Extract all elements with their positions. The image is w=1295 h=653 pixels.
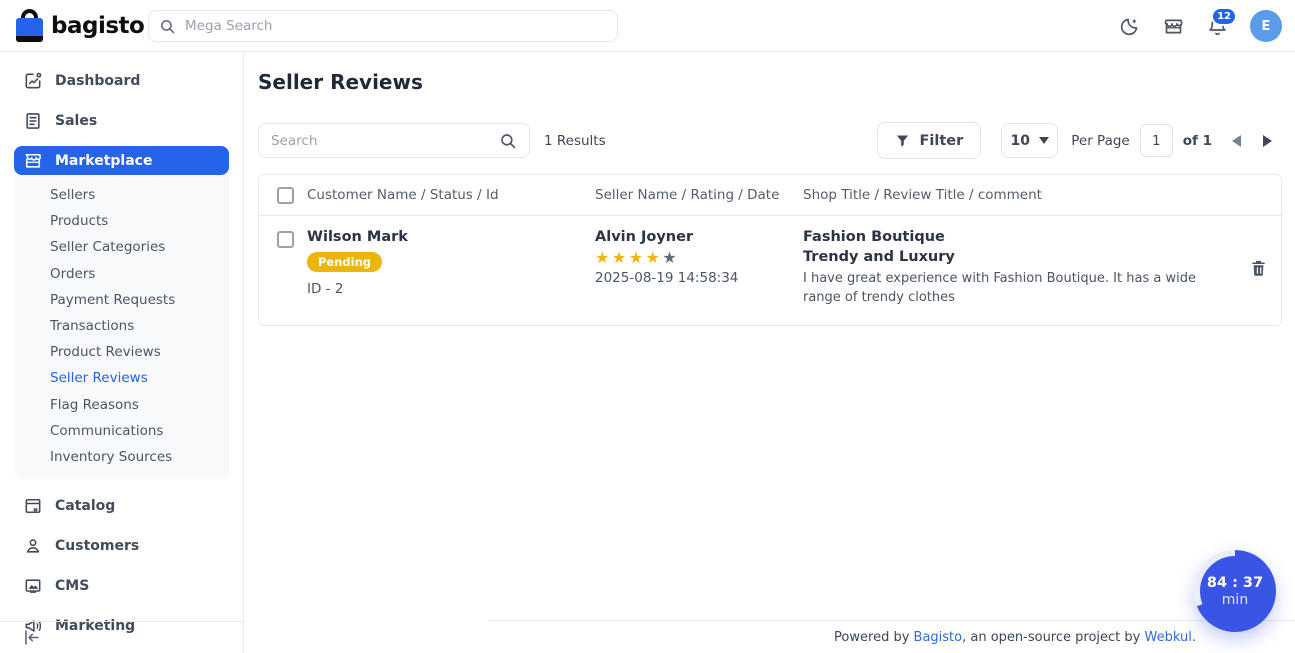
sidebar-subitem-flag-reasons[interactable]: Flag Reasons [14,392,229,418]
sidebar-subitem-products[interactable]: Products [14,208,229,234]
filter-label: Filter [919,133,963,149]
sidebar-collapse-icon[interactable] [22,628,41,647]
page-footer: Powered by Bagisto, an open-source proje… [490,620,1295,653]
filter-funnel-icon [895,133,910,148]
chevron-down-icon [1039,137,1049,144]
column-header-shop: Shop Title / Review Title / comment [803,187,1235,203]
page-title: Seller Reviews [258,70,1295,94]
table-row: Wilson Mark Pending ID - 2 Alvin Joyner … [259,216,1281,325]
previous-page-icon[interactable] [1232,135,1241,147]
review-title: Trendy and Luxury [803,249,1235,265]
per-page-value: 10 [1011,133,1030,149]
sidebar-subitem-payment-requests[interactable]: Payment Requests [14,287,229,313]
page-total-label: of 1 [1183,133,1212,149]
seller-cell: Alvin Joyner ★★★★★ 2025-08-19 14:58:34 [595,229,803,286]
sidebar-subitem-seller-categories[interactable]: Seller Categories [14,234,229,260]
sidebar-item-label: Sales [55,113,97,129]
sidebar-subitem-sellers[interactable]: Sellers [14,182,229,208]
mega-search-input[interactable] [185,18,607,34]
session-timer-badge[interactable]: 84 : 37 min [1194,550,1276,632]
top-header: bagisto 12 E [0,0,1295,52]
main-content: Seller Reviews 1 Results Filter 10 P [245,52,1295,653]
seller-name: Alvin Joyner [595,229,803,245]
status-badge: Pending [307,252,382,272]
sidebar-subitem-product-reviews[interactable]: Product Reviews [14,339,229,365]
marketplace-icon [23,151,43,171]
select-all-checkbox[interactable] [277,187,294,204]
mega-search[interactable] [148,10,618,42]
column-header-customer: Customer Name / Status / Id [307,187,595,203]
customers-icon [23,536,43,556]
customer-name: Wilson Mark [307,229,595,245]
search-icon [159,18,176,35]
column-header-seller: Seller Name / Rating / Date [595,187,803,203]
per-page-select[interactable]: 10 [1001,123,1058,158]
table-header-row: Customer Name / Status / Id Seller Name … [259,175,1281,216]
row-checkbox[interactable] [277,231,294,248]
timer-unit: min [1222,592,1248,608]
bagisto-link[interactable]: Bagisto [914,630,963,645]
sidebar-subitem-seller-reviews[interactable]: Seller Reviews [14,365,229,391]
user-avatar[interactable]: E [1250,10,1282,42]
brand-logo[interactable]: bagisto [16,9,144,42]
sidebar-subitem-transactions[interactable]: Transactions [14,313,229,339]
results-count: 1 Results [544,133,606,149]
delete-trash-icon[interactable] [1235,260,1281,276]
sales-icon [23,111,43,131]
sidebar-item-sales[interactable]: Sales [14,106,229,135]
datagrid-search-input[interactable] [271,133,491,149]
sidebar-item-label: Dashboard [55,73,140,89]
sidebar-item-label: CMS [55,578,89,594]
page-number-input[interactable] [1140,124,1173,157]
per-page-label: Per Page [1071,133,1130,149]
timer-value: 84 : 37 [1207,575,1263,591]
review-id: ID - 2 [307,281,595,297]
cms-icon [23,576,43,596]
webkul-link[interactable]: Webkul [1144,630,1191,645]
shop-title: Fashion Boutique [803,229,1235,245]
sidebar-item-dashboard[interactable]: Dashboard [14,66,229,95]
catalog-icon [23,496,43,516]
review-date: 2025-08-19 14:58:34 [595,270,803,286]
reviews-table: Customer Name / Status / Id Seller Name … [258,174,1282,326]
marketplace-submenu: Sellers Products Seller Categories Order… [14,175,229,479]
footer-text: , an open-source project by [962,630,1144,645]
filter-button[interactable]: Filter [877,122,981,159]
search-icon[interactable] [499,132,517,150]
datagrid-toolbar: 1 Results Filter 10 Per Page of 1 [258,122,1282,159]
sidebar-subitem-orders[interactable]: Orders [14,261,229,287]
review-comment: I have great experience with Fashion Bou… [803,270,1208,308]
sidebar-item-catalog[interactable]: Catalog [14,491,229,520]
sidebar-item-label: Marketplace [55,153,152,169]
datagrid-search[interactable] [258,123,530,158]
sidebar-subitem-communications[interactable]: Communications [14,418,229,444]
notification-count-badge: 12 [1211,7,1237,26]
rating-stars: ★★★★★ [595,248,803,268]
shop-cell: Fashion Boutique Trendy and Luxury I hav… [803,229,1235,308]
dashboard-icon [23,71,43,91]
brand-name: bagisto [51,13,144,39]
sidebar-item-cms[interactable]: CMS [14,571,229,600]
sidebar-item-marketplace[interactable]: Marketplace [14,146,229,175]
sidebar-item-customers[interactable]: Customers [14,531,229,560]
customer-cell: Wilson Mark Pending ID - 2 [307,229,595,297]
sidebar-footer [0,621,243,653]
footer-text: Powered by [834,630,913,645]
sidebar-item-label: Customers [55,538,139,554]
next-page-icon[interactable] [1263,135,1272,147]
dark-mode-icon[interactable] [1118,15,1140,37]
storefront-icon[interactable] [1162,15,1184,37]
bagisto-bag-icon [16,9,43,42]
footer-text: . [1192,630,1196,645]
sidebar-item-label: Catalog [55,498,115,514]
notifications-bell-icon[interactable]: 12 [1206,15,1228,37]
sidebar-subitem-inventory-sources[interactable]: Inventory Sources [14,444,229,470]
sidebar: Dashboard Sales Marketplace Sellers Prod… [0,52,244,653]
